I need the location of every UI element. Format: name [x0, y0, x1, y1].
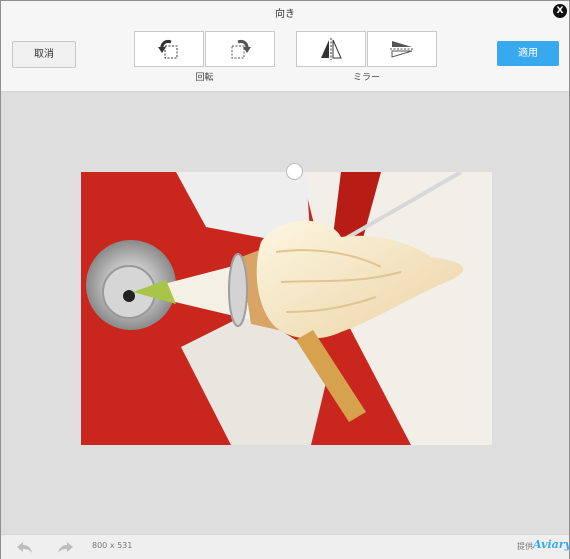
- flip-horizontal-button[interactable]: [296, 31, 366, 67]
- rotate-label: 回転: [195, 73, 214, 83]
- footer: 800 x 531 提供 Aviary: [1, 534, 570, 559]
- rotate-left-button[interactable]: [134, 31, 204, 67]
- apply-button[interactable]: 適用: [497, 41, 559, 66]
- rotate-left-icon: [158, 40, 178, 59]
- orientation-dialog: 向き X 取消 回転 ミラー 適用 800 x 531 提供 Aviary: [0, 0, 570, 559]
- close-icon: X: [556, 6, 564, 16]
- mirror-label: ミラー: [352, 73, 380, 83]
- toolbar: 向き X 取消 回転 ミラー 適用: [1, 1, 569, 92]
- photo-preview: [81, 172, 492, 445]
- close-button[interactable]: X: [553, 4, 567, 18]
- undo-icon[interactable]: [15, 540, 33, 554]
- image-canvas: [1, 92, 569, 534]
- rotate-right-button[interactable]: [205, 31, 275, 67]
- flip-horizontal-icon: [321, 38, 342, 60]
- cancel-button[interactable]: 取消: [12, 41, 76, 68]
- flip-vertical-button[interactable]: [367, 31, 437, 67]
- photo-ice-cream-cone: [81, 172, 492, 445]
- credit-label: 提供: [517, 542, 533, 551]
- rotate-right-icon: [231, 40, 251, 59]
- flip-vertical-icon: [390, 41, 414, 58]
- image-size: 800 x 531: [92, 541, 133, 550]
- redo-icon[interactable]: [57, 540, 75, 554]
- dialog-title: 向き: [275, 9, 295, 20]
- brand-logo[interactable]: Aviary: [533, 538, 570, 551]
- straighten-handle[interactable]: [286, 163, 303, 180]
